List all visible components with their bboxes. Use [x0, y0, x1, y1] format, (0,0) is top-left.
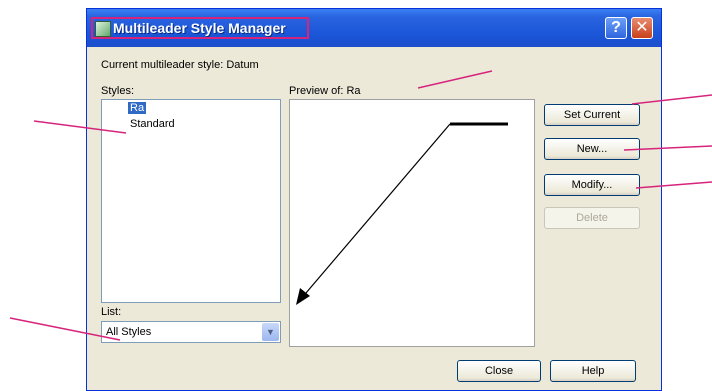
list-filter-select[interactable]: All Styles ▼: [101, 321, 281, 343]
close-button[interactable]: Close: [457, 360, 541, 382]
styles-list[interactable]: Ra Standard: [101, 99, 281, 303]
preview-pane: [289, 99, 535, 347]
window-title: Multileader Style Manager: [113, 20, 286, 36]
current-style-label: Current multileader style: Datum: [101, 59, 259, 71]
list-filter-value: All Styles: [106, 326, 152, 338]
preview-label: Preview of: Ra: [289, 85, 361, 97]
help-icon[interactable]: ?: [605, 17, 627, 39]
set-current-button[interactable]: Set Current: [544, 104, 640, 126]
title-bar[interactable]: Multileader Style Manager ? ✕: [87, 9, 661, 47]
close-icon[interactable]: ✕: [631, 17, 653, 39]
leader-preview-graphic: [296, 122, 508, 305]
new-button[interactable]: New...: [544, 138, 640, 160]
leader-line: [299, 123, 451, 301]
multileader-style-manager-dialog: Multileader Style Manager ? ✕ Current mu…: [86, 8, 662, 391]
modify-button[interactable]: Modify...: [544, 174, 640, 196]
style-item-ra[interactable]: Ra: [128, 102, 147, 114]
styles-label: Styles:: [101, 85, 135, 97]
list-label: List:: [101, 306, 122, 318]
chevron-down-icon[interactable]: ▼: [262, 323, 279, 341]
help-button[interactable]: Help: [550, 360, 636, 382]
style-item-standard[interactable]: Standard: [128, 118, 177, 130]
delete-button: Delete: [544, 207, 640, 229]
